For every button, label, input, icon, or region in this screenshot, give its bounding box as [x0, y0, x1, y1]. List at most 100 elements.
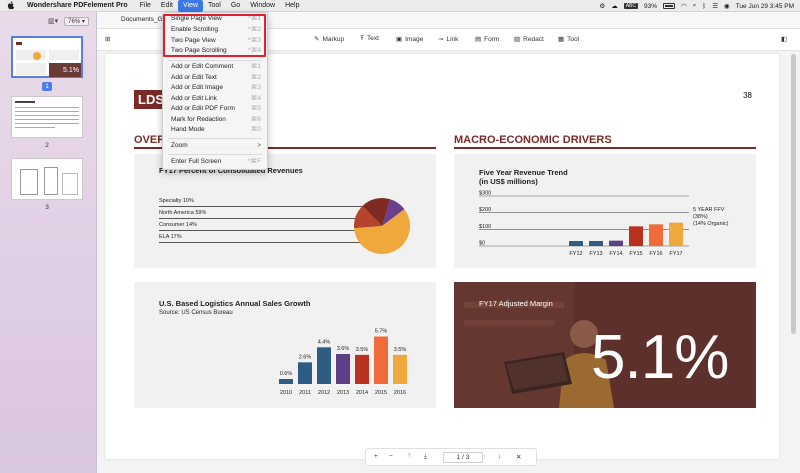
- growth-bar: [279, 379, 293, 384]
- redact-tool[interactable]: ▧ Redact: [514, 35, 544, 44]
- menu-bar: Wondershare PDFelement Pro File Edit Vie…: [0, 0, 800, 12]
- next-page-down-icon[interactable]: ⤓: [424, 453, 427, 461]
- x-tick-label: 2014: [356, 390, 368, 396]
- menu-item-mark-for-redaction[interactable]: Mark for Redaction ⌘6: [171, 115, 261, 125]
- thumbnail-page-2[interactable]: [11, 96, 83, 138]
- page-navigation-bar: + − ⤒ ⤓ 1 / 3 ↑ ↓ ✕: [365, 448, 537, 466]
- y-tick-label: $0: [479, 241, 485, 247]
- image-label: Image: [405, 35, 424, 43]
- y-tick-label: $200: [479, 207, 491, 213]
- grid-view-icon[interactable]: ⊞: [105, 35, 110, 43]
- data-label: 3.6%: [337, 346, 350, 352]
- close-icon[interactable]: ✕: [516, 453, 521, 461]
- battery-percent: 93%: [643, 2, 657, 10]
- growth-bar: [336, 354, 350, 384]
- panel-revenue-pie: FY17 Percent of Consolidated Revenues Sp…: [134, 154, 436, 268]
- total-pages: 3: [465, 454, 470, 461]
- y-tick-label: $100: [479, 224, 491, 230]
- menu-item-label: Hand Mode: [171, 126, 205, 133]
- pie-row-label: Specialty 10%: [159, 198, 194, 204]
- settings-icon[interactable]: ⚙: [599, 2, 605, 10]
- revenue-bar: [589, 241, 603, 246]
- menu-item-label: Add or Edit PDF Form: [171, 105, 235, 112]
- vertical-scrollbar[interactable]: [791, 54, 796, 334]
- thumbnail-page-3[interactable]: [11, 158, 83, 200]
- menu-help[interactable]: Help: [280, 0, 304, 12]
- growth-bar: [355, 354, 369, 384]
- x-tick-label: 2015: [375, 390, 387, 396]
- prev-page-icon[interactable]: ↑: [483, 453, 486, 460]
- menu-item-shortcut: ⌘4: [250, 95, 261, 102]
- thumbnail-label-1: 1: [42, 82, 52, 91]
- right-panel-icon[interactable]: ◧: [781, 35, 787, 43]
- battery-icon[interactable]: [662, 3, 675, 9]
- menu-tool[interactable]: Tool: [203, 0, 226, 12]
- x-tick-label: FY12: [569, 251, 582, 257]
- menu-item-label: Add or Edit Text: [171, 74, 217, 81]
- section-title-right: MACRO-ECONOMIC DRIVERS: [454, 134, 612, 146]
- annotation-line: (14% Organic): [693, 221, 729, 227]
- next-page-icon[interactable]: ↓: [498, 453, 501, 460]
- link-tool[interactable]: ⊸ Link: [438, 35, 459, 44]
- first-page-icon[interactable]: ⤒: [408, 453, 411, 461]
- data-label: 3.5%: [356, 347, 369, 353]
- tool-label: Tool: [567, 35, 580, 43]
- input-source-indicator[interactable]: ABC: [623, 3, 638, 9]
- menu-item-add-edit-pdf-form[interactable]: Add or Edit PDF Form ⌘5: [171, 104, 261, 114]
- x-tick-label: FY17: [669, 251, 682, 257]
- growth-bar: [374, 336, 388, 384]
- menu-item-hand-mode[interactable]: Hand Mode ⌘0: [171, 125, 261, 135]
- revenue-bar: [649, 224, 663, 246]
- x-tick-label: FY14: [609, 251, 622, 257]
- menu-item-add-edit-text[interactable]: Add or Edit Text ⌘2: [171, 73, 261, 83]
- annotation-line: (38%): [693, 214, 708, 220]
- panel-title: FY17 Adjusted Margin: [479, 299, 553, 308]
- clock[interactable]: Tue Jun 29 3:45 PM: [736, 3, 794, 10]
- menu-item-zoom[interactable]: Zoom >: [171, 141, 261, 151]
- sidebar-toggle-icon[interactable]: ▥▾: [48, 17, 58, 25]
- search-icon[interactable]: ⌕: [693, 2, 697, 10]
- status-area: ⚙ ☁ ABC 93% ◠ ⌕ ᛒ ☰ ◉ Tue Jun 29 3:45 PM: [599, 0, 794, 12]
- menu-window[interactable]: Window: [245, 0, 280, 12]
- growth-bar: [298, 362, 312, 384]
- cloud-icon[interactable]: ☁: [611, 2, 618, 10]
- text-icon: Ŧ: [360, 35, 364, 42]
- revenue-bar: [569, 241, 583, 246]
- x-tick-label: 2016: [394, 390, 406, 396]
- menu-item-enter-full-screen[interactable]: Enter Full Screen ^⌘F: [171, 157, 261, 167]
- panel-adjusted-margin: FY17 Adjusted Margin 5.1%: [454, 282, 756, 408]
- submenu-chevron-icon: >: [257, 142, 261, 149]
- page-indicator[interactable]: 1 / 3: [443, 452, 483, 463]
- menu-item-add-edit-image[interactable]: Add or Edit Image ⌘3: [171, 83, 261, 93]
- wifi-icon[interactable]: ◠: [681, 2, 687, 10]
- margin-value: 5.1%: [591, 323, 729, 392]
- menu-edit[interactable]: Edit: [156, 0, 178, 12]
- menu-file[interactable]: File: [135, 0, 156, 12]
- revenue-bar: [669, 222, 683, 246]
- tool-menu[interactable]: ▦ Tool: [558, 35, 580, 44]
- user-icon[interactable]: ◉: [724, 2, 730, 10]
- menu-item-add-edit-link[interactable]: Add or Edit Link ⌘4: [171, 94, 261, 104]
- form-tool[interactable]: ▤ Form: [475, 35, 499, 44]
- control-center-icon[interactable]: ☰: [712, 2, 718, 10]
- thumbnail-page-1[interactable]: 5.1%: [11, 36, 83, 78]
- markup-tool[interactable]: ✎ Markup: [314, 35, 345, 44]
- text-tool[interactable]: Ŧ Text: [360, 35, 379, 42]
- markup-label: Markup: [322, 35, 345, 43]
- menu-view[interactable]: View: [177, 0, 204, 12]
- zoom-in-icon[interactable]: +: [374, 453, 378, 460]
- link-label: Link: [446, 35, 459, 43]
- zoom-out-icon[interactable]: −: [389, 453, 393, 460]
- menu-item-add-edit-comment[interactable]: Add or Edit Comment ⌘1: [171, 62, 261, 72]
- pie-chart: [354, 198, 410, 254]
- menu-item-shortcut: ⌘0: [250, 126, 261, 133]
- menu-app-name[interactable]: Wondershare PDFelement Pro: [22, 0, 133, 12]
- menu-go[interactable]: Go: [226, 0, 245, 12]
- x-tick-label: FY13: [589, 251, 602, 257]
- image-tool[interactable]: ▣ Image: [396, 35, 424, 44]
- bluetooth-icon[interactable]: ᛒ: [702, 3, 706, 10]
- toolbox-icon: ▦: [558, 36, 565, 43]
- pie-row-label: Consumer 14%: [159, 222, 197, 228]
- apple-icon[interactable]: [7, 1, 15, 10]
- zoom-select[interactable]: 76% ▾: [64, 16, 89, 26]
